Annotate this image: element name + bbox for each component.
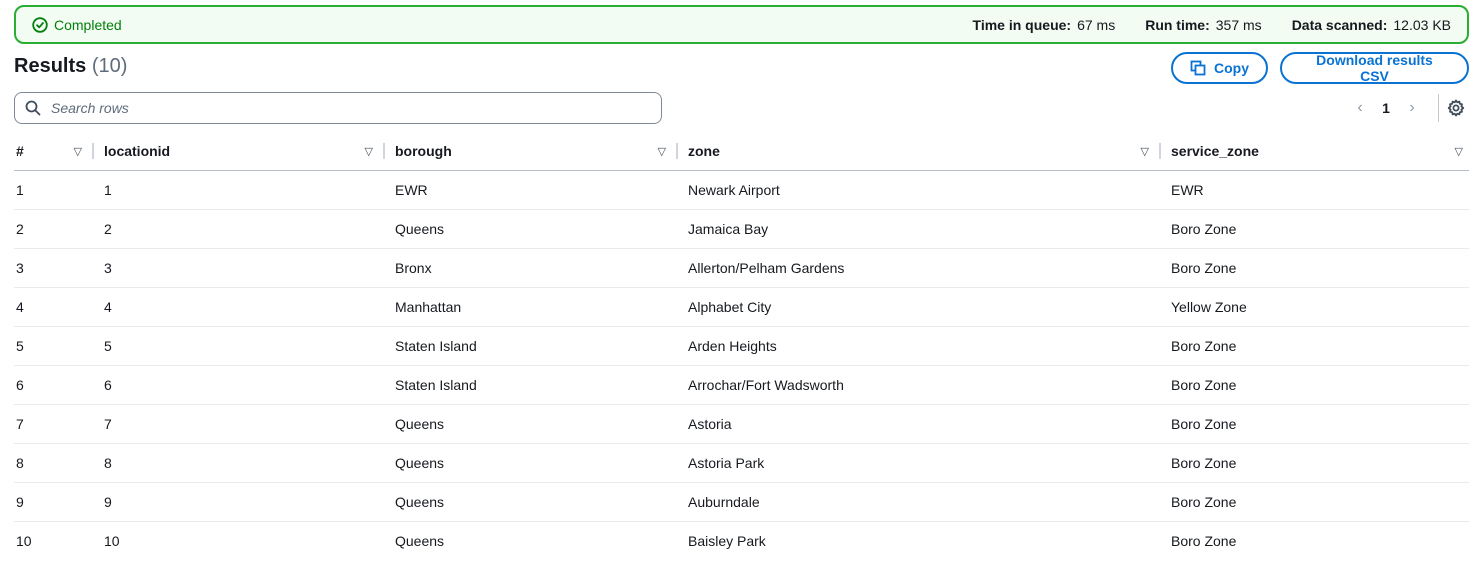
table-cell-borough: Queens <box>385 482 678 522</box>
table-cell-zone: Alphabet City <box>678 287 1161 327</box>
table-cell-locationid: 10 <box>104 533 120 550</box>
gear-icon[interactable] <box>1447 99 1465 117</box>
results-table-body: 1 1 EWR Newark Airport EWR 2 2 Queens Jamaica Ba… <box>14 170 1469 561</box>
prev-page-button[interactable]: ‹ <box>1348 99 1372 117</box>
search-input[interactable] <box>49 99 661 117</box>
table-cell-zone: Astoria Park <box>678 443 1161 483</box>
table-row: 8 8 Queens Astoria Park Boro Zone <box>14 443 1469 483</box>
table-row: 2 2 Queens Jamaica Bay Boro Zone <box>14 209 1469 249</box>
results-heading: Results (10) <box>14 55 128 77</box>
table-cell-borough: Queens <box>385 404 678 444</box>
download-results-csv-button[interactable]: Download results CSV <box>1280 52 1469 84</box>
table-cell-locationid: 9 <box>94 482 385 522</box>
table-header-row: # ▽ locationid ▽ borough ▽ zone ▽ service_zo… <box>14 132 1469 171</box>
table-cell-service-zone: Boro Zone <box>1161 482 1469 522</box>
table-cell-zone: Newark Airport <box>678 170 1161 210</box>
metric-time-in-queue: Time in queue: 67 ms <box>972 16 1116 33</box>
table-cell-locationid: 8 <box>94 443 385 483</box>
table-cell-locationid: 7 <box>94 404 385 444</box>
table-cell-service-zone: Boro Zone <box>1161 404 1469 444</box>
table-row: 7 7 Queens Astoria Boro Zone <box>14 404 1469 444</box>
column-header-locationid[interactable]: locationid ▽ <box>94 132 385 171</box>
results-table: # ▽ locationid ▽ borough ▽ zone ▽ service_zo… <box>14 132 1469 561</box>
table-cell-row-number: 9 <box>14 482 94 522</box>
table-cell-locationid: 4 <box>94 287 385 327</box>
table-cell-borough: Staten Island <box>385 365 678 405</box>
table-cell-service-zone: Boro Zone <box>1171 533 1237 550</box>
table-cell-service-zone: Boro Zone <box>1161 248 1469 288</box>
table-cell-zone: Arden Heights <box>678 326 1161 366</box>
table-cell-borough: Queens <box>385 209 678 249</box>
table-row: 5 5 Staten Island Arden Heights Boro Zone <box>14 326 1469 366</box>
table-cell-locationid: 2 <box>94 209 385 249</box>
column-header-row-number[interactable]: # ▽ <box>14 132 94 171</box>
results-count: (10) <box>91 55 128 77</box>
status-label: Completed <box>54 16 122 33</box>
table-cell-zone: Jamaica Bay <box>678 209 1161 249</box>
table-cell-row-number: 8 <box>14 443 94 483</box>
table-cell-service-zone: EWR <box>1161 170 1469 210</box>
table-cell-row-number: 1 <box>14 170 94 210</box>
status-indicator: Completed <box>32 17 973 33</box>
next-page-button[interactable]: › <box>1400 99 1424 117</box>
sort-triangle-icon[interactable]: ▽ <box>1455 145 1463 158</box>
copy-icon <box>1190 60 1206 76</box>
table-cell-borough: Bronx <box>385 248 678 288</box>
table-cell-service-zone: Boro Zone <box>1161 209 1469 249</box>
table-cell-service-zone: Boro Zone <box>1161 443 1469 483</box>
metric-data-scanned: Data scanned: 12.03 KB <box>1291 16 1451 33</box>
table-cell-locationid: 1 <box>94 170 385 210</box>
table-cell-locationid: 5 <box>94 326 385 366</box>
table-cell-row-number: 3 <box>14 248 94 288</box>
table-row: 1 1 EWR Newark Airport EWR <box>14 170 1469 210</box>
column-header-borough[interactable]: borough ▽ <box>385 132 678 171</box>
table-cell-service-zone: Boro Zone <box>1161 326 1469 366</box>
table-cell-locationid: 6 <box>94 365 385 405</box>
table-cell-locationid: 3 <box>94 248 385 288</box>
table-row: 9 9 Queens Auburndale Boro Zone <box>14 482 1469 522</box>
table-cell-borough: Queens <box>395 533 445 550</box>
sort-triangle-icon[interactable]: ▽ <box>1141 145 1149 158</box>
sort-triangle-icon[interactable]: ▽ <box>74 145 82 158</box>
table-row: 10 10 Queens Baisley Park Boro Zone <box>14 522 1469 561</box>
table-row: 3 3 Bronx Allerton/Pelham Gardens Boro Zone <box>14 248 1469 288</box>
table-row: 4 4 Manhattan Alphabet City Yellow Zone <box>14 287 1469 327</box>
table-cell-row-number: 6 <box>14 365 94 405</box>
table-cell-row-number: 4 <box>14 287 94 327</box>
query-metrics: Time in queue: 67 ms Run time: 357 ms Data… <box>973 17 1451 33</box>
search-box[interactable] <box>14 92 662 124</box>
table-cell-borough: Manhattan <box>385 287 678 327</box>
table-cell-service-zone: Boro Zone <box>1161 365 1469 405</box>
table-cell-borough: EWR <box>385 170 678 210</box>
pagination: ‹ 1 › <box>1348 94 1465 122</box>
column-header-zone[interactable]: zone ▽ <box>678 132 1161 171</box>
metric-run-time: Run time: 357 ms <box>1145 16 1262 33</box>
table-cell-row-number: 7 <box>14 404 94 444</box>
table-cell-zone: Allerton/Pelham Gardens <box>678 248 1161 288</box>
table-cell-row-number: 2 <box>14 209 94 249</box>
table-cell-service-zone: Yellow Zone <box>1161 287 1469 327</box>
table-cell-borough: Staten Island <box>385 326 678 366</box>
table-cell-zone: Astoria <box>678 404 1161 444</box>
table-cell-zone: Arrochar/Fort Wadsworth <box>678 365 1161 405</box>
sort-triangle-icon[interactable]: ▽ <box>365 145 373 158</box>
check-circle-icon <box>32 16 48 33</box>
sort-triangle-icon[interactable]: ▽ <box>658 145 666 158</box>
table-cell-borough: Queens <box>385 443 678 483</box>
table-cell-zone: Baisley Park <box>688 533 766 550</box>
table-cell-row-number: 10 <box>16 533 32 550</box>
copy-button[interactable]: Copy <box>1171 52 1268 84</box>
page-number-1[interactable]: 1 <box>1372 100 1400 116</box>
table-cell-zone: Auburndale <box>678 482 1161 522</box>
column-header-service-zone[interactable]: service_zone ▽ <box>1161 132 1469 171</box>
search-icon <box>25 100 41 116</box>
query-status-bar: Completed Time in queue: 67 ms Run time: 3… <box>14 5 1469 44</box>
pager-divider <box>1438 94 1439 122</box>
table-row: 6 6 Staten Island Arrochar/Fort Wadsworth Bo… <box>14 365 1469 405</box>
table-cell-row-number: 5 <box>14 326 94 366</box>
